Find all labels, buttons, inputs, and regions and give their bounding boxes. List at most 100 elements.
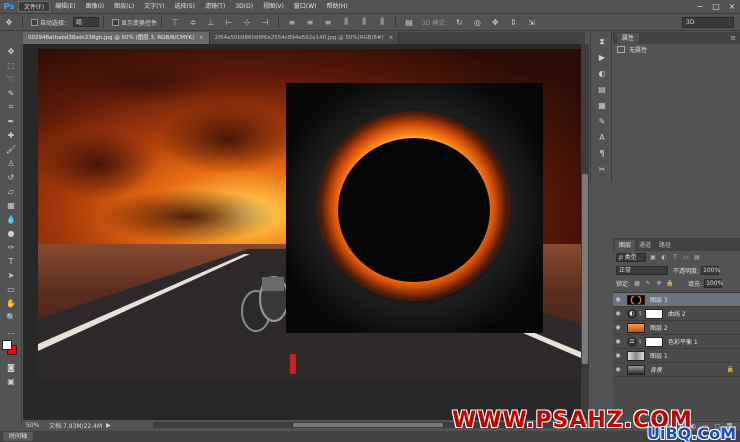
lock-transparent-icon[interactable]: ▦ bbox=[633, 280, 641, 288]
horizontal-scroll-thumb[interactable] bbox=[293, 423, 443, 427]
brush-tool-icon[interactable]: 🖌 bbox=[2, 143, 20, 155]
more-tools-icon[interactable]: … bbox=[2, 325, 20, 337]
tab-layers[interactable]: 图层 bbox=[615, 240, 636, 251]
shape-tool-icon[interactable]: ▭ bbox=[2, 283, 20, 295]
move-tool-preset-icon[interactable]: ✥ bbox=[2, 16, 16, 28]
brush-panel-icon[interactable]: ✎ bbox=[594, 115, 610, 128]
3d-roll-icon[interactable]: ◎ bbox=[470, 16, 484, 28]
character-panel-icon[interactable]: A bbox=[594, 131, 610, 144]
history-brush-tool-icon[interactable]: ↺ bbox=[2, 171, 20, 183]
filter-type-icon[interactable]: T bbox=[671, 254, 679, 262]
clone-stamp-tool-icon[interactable]: ♙ bbox=[2, 157, 20, 169]
path-select-tool-icon[interactable]: ➤ bbox=[2, 269, 20, 281]
vertical-scroll-thumb[interactable] bbox=[582, 174, 588, 364]
filter-shape-icon[interactable]: ▭ bbox=[682, 254, 690, 262]
menu-edit[interactable]: 编辑(E) bbox=[50, 1, 80, 12]
vertical-scrollbar[interactable] bbox=[581, 44, 589, 420]
screen-mode-icon[interactable]: ▣ bbox=[2, 375, 20, 387]
menu-layer[interactable]: 图层(L) bbox=[109, 1, 139, 12]
menu-select[interactable]: 选择(S) bbox=[169, 1, 200, 12]
distribute-vcenter-icon[interactable]: ≡ bbox=[303, 16, 317, 28]
lock-position-icon[interactable]: ✥ bbox=[655, 280, 663, 288]
auto-select-dropdown[interactable]: 组 bbox=[73, 17, 100, 27]
visibility-eye-icon[interactable]: ◉ bbox=[613, 366, 623, 373]
tab-properties[interactable]: 属性 bbox=[617, 32, 640, 44]
auto-align-icon[interactable]: ▤ bbox=[402, 16, 416, 28]
tab-close-icon[interactable]: × bbox=[199, 35, 204, 41]
visibility-eye-icon[interactable]: ◉ bbox=[613, 338, 623, 345]
menu-type[interactable]: 文字(Y) bbox=[139, 1, 169, 12]
visibility-eye-icon[interactable]: ◉ bbox=[613, 352, 623, 359]
blend-mode-dropdown[interactable]: 正常 bbox=[616, 266, 668, 275]
layer-row-layer3[interactable]: ◉ 图层 3 bbox=[613, 293, 740, 307]
quick-mask-icon[interactable]: ◙ bbox=[2, 361, 20, 373]
3d-slide-icon[interactable]: ⇕ bbox=[506, 16, 520, 28]
3d-scale-icon[interactable]: ⇲ bbox=[524, 16, 538, 28]
healing-brush-tool-icon[interactable]: ✚ bbox=[2, 129, 20, 141]
menu-file[interactable]: 文件(F) bbox=[18, 1, 51, 12]
foreground-color-swatch[interactable] bbox=[2, 340, 12, 350]
move-tool-icon[interactable]: ✥ bbox=[2, 45, 20, 57]
align-bottom-icon[interactable]: ⊥ bbox=[204, 16, 218, 28]
menu-view[interactable]: 视图(V) bbox=[258, 1, 289, 12]
menu-3d[interactable]: 3D(D) bbox=[230, 1, 258, 12]
quick-select-tool-icon[interactable]: ✎ bbox=[2, 87, 20, 99]
filter-smart-icon[interactable]: ▤ bbox=[693, 254, 701, 262]
align-hcenter-icon[interactable]: ⊹ bbox=[240, 16, 254, 28]
menu-filter[interactable]: 滤镜(T) bbox=[200, 1, 230, 12]
document-tab[interactable]: 2f64a50b9860d8f6e2554c894e502e140.jpg @ … bbox=[209, 32, 400, 44]
maximize-button[interactable]: □ bbox=[708, 0, 724, 13]
dodge-tool-icon[interactable]: ● bbox=[2, 227, 20, 239]
layer-row-layer1[interactable]: ◉ 图层 1 bbox=[613, 349, 740, 363]
visibility-eye-icon[interactable]: ◉ bbox=[613, 310, 623, 317]
layer-row-layer2[interactable]: ◉ 图层 2 bbox=[613, 321, 740, 335]
zoom-level[interactable]: 50% bbox=[23, 422, 45, 429]
crop-tool-icon[interactable]: ⌗ bbox=[2, 101, 20, 113]
adjustments-panel-icon[interactable]: ◐ bbox=[594, 67, 610, 80]
tools-preset-panel-icon[interactable]: ✂ bbox=[594, 163, 610, 176]
distribute-hcenter-icon[interactable]: ⫼ bbox=[357, 16, 371, 28]
hand-tool-icon[interactable]: ✋ bbox=[2, 297, 20, 309]
tab-close-icon[interactable]: × bbox=[389, 35, 394, 41]
marquee-tool-icon[interactable]: ⬚ bbox=[2, 59, 20, 71]
fire-ring-layer[interactable] bbox=[286, 83, 543, 333]
canvas-area[interactable] bbox=[23, 44, 581, 420]
align-right-icon[interactable]: ⊣ bbox=[258, 16, 272, 28]
opacity-input[interactable]: 100% bbox=[701, 266, 720, 275]
distribute-top-icon[interactable]: ≡ bbox=[285, 16, 299, 28]
status-menu-arrow-icon[interactable]: ▶ bbox=[106, 422, 111, 429]
distribute-left-icon[interactable]: ⫼ bbox=[339, 16, 353, 28]
visibility-eye-icon[interactable]: ◉ bbox=[613, 324, 623, 331]
3d-rotate-icon[interactable]: ↻ bbox=[452, 16, 466, 28]
panel-menu-icon[interactable]: ≡ bbox=[730, 34, 736, 42]
lasso-tool-icon[interactable]: ➰ bbox=[2, 73, 20, 85]
eraser-tool-icon[interactable]: ▱ bbox=[2, 185, 20, 197]
blur-tool-icon[interactable]: 💧 bbox=[2, 213, 20, 225]
tab-paths[interactable]: 路径 bbox=[655, 240, 675, 251]
layer-row-background[interactable]: ◉ 背景 🔒 bbox=[613, 363, 740, 377]
menu-window[interactable]: 窗口(W) bbox=[289, 1, 322, 12]
lock-image-icon[interactable]: ✎ bbox=[644, 280, 652, 288]
fill-input[interactable]: 100% bbox=[704, 279, 723, 288]
minimize-button[interactable]: − bbox=[692, 0, 708, 13]
workspace-dropdown[interactable]: 3D bbox=[682, 17, 734, 28]
eyedropper-tool-icon[interactable]: ✒ bbox=[2, 115, 20, 127]
3d-drag-icon[interactable]: ✥ bbox=[488, 16, 502, 28]
align-top-icon[interactable]: ⊤ bbox=[168, 16, 182, 28]
menu-image[interactable]: 图像(I) bbox=[81, 1, 109, 12]
align-left-icon[interactable]: ⊢ bbox=[222, 16, 236, 28]
show-transform-checkbox[interactable] bbox=[112, 18, 120, 26]
close-button[interactable]: × bbox=[724, 0, 740, 13]
menu-help[interactable]: 帮助(H) bbox=[322, 1, 353, 12]
paragraph-panel-icon[interactable]: ¶ bbox=[594, 147, 610, 160]
layer-filter-dropdown[interactable]: ρ 类型 bbox=[616, 253, 646, 262]
filter-adjustment-icon[interactable]: ◐ bbox=[660, 254, 668, 262]
layer-row-color-balance1[interactable]: ◉ ⚖ § 色彩平衡 1 bbox=[613, 335, 740, 349]
gradient-tool-icon[interactable]: ▦ bbox=[2, 199, 20, 211]
filter-pixel-icon[interactable]: ▣ bbox=[649, 254, 657, 262]
document-canvas[interactable] bbox=[38, 49, 581, 379]
styles-panel-icon[interactable]: ▤ bbox=[594, 83, 610, 96]
visibility-eye-icon[interactable]: ◉ bbox=[613, 296, 623, 303]
history-panel-icon[interactable]: ⧗ bbox=[594, 35, 610, 48]
tab-channels[interactable]: 通道 bbox=[635, 240, 655, 251]
